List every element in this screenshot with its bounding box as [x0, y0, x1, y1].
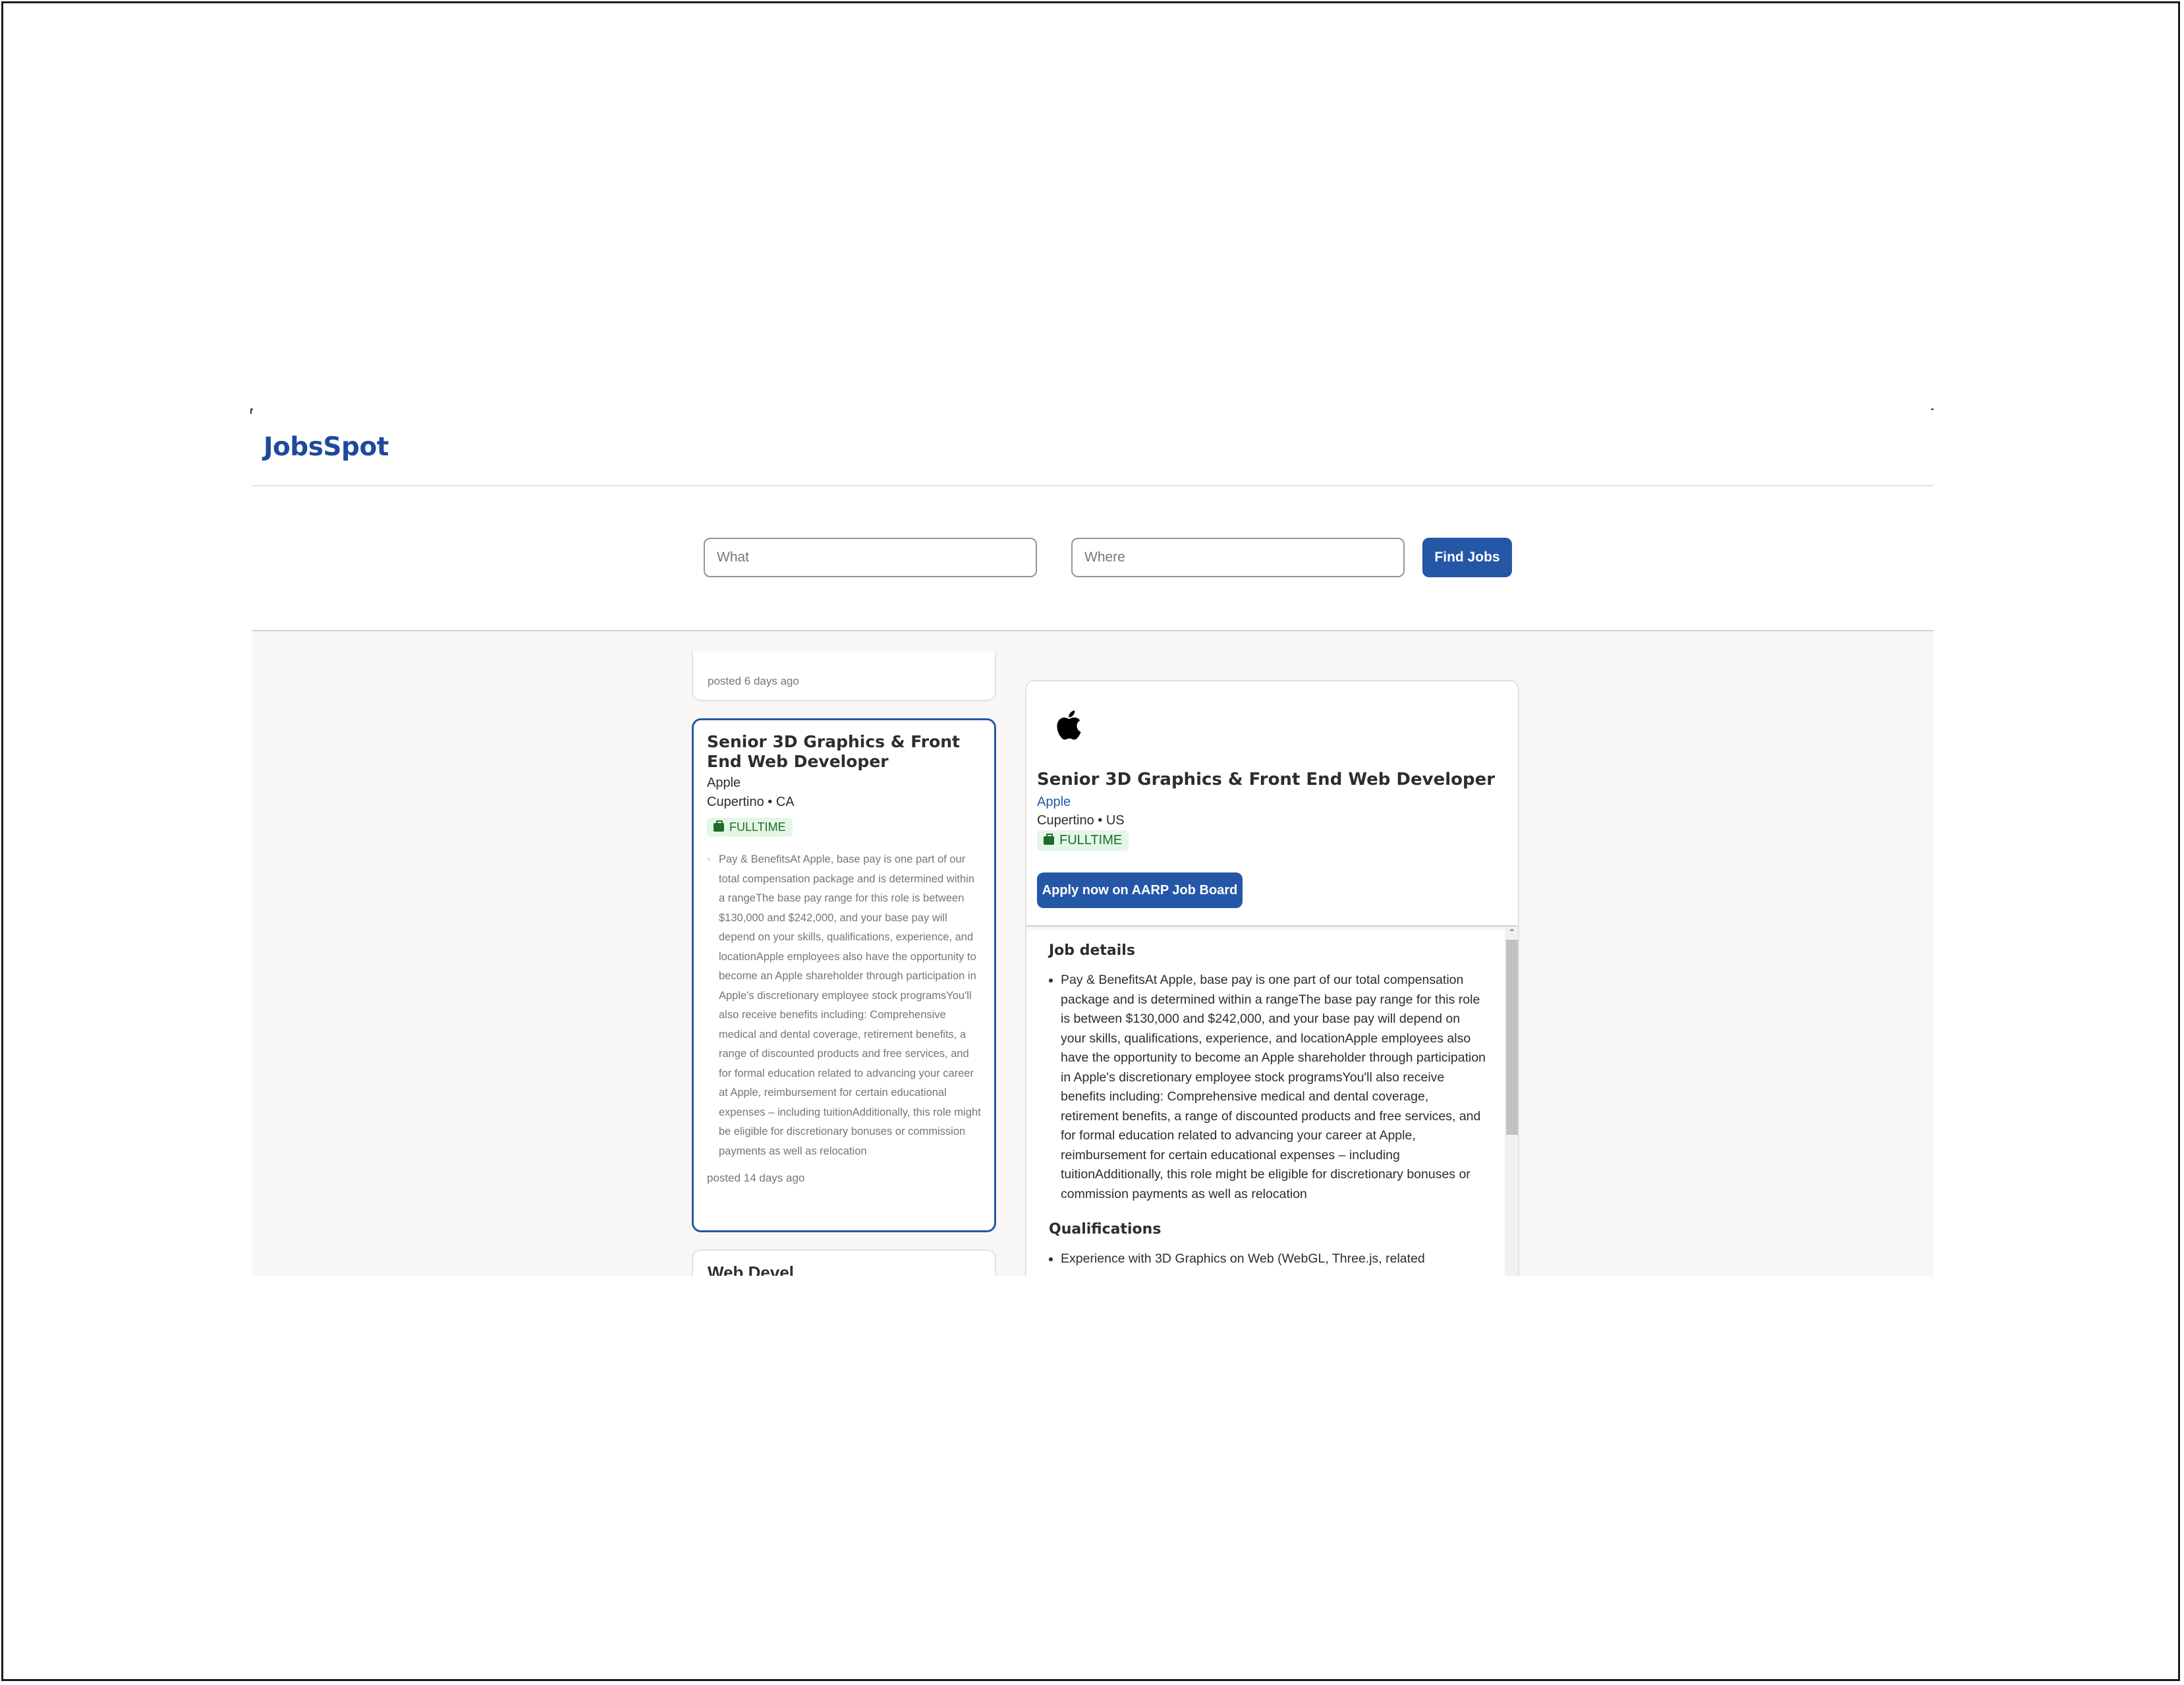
job-detail-title: Senior 3D Graphics & Front End Web Devel… — [1037, 770, 1496, 789]
briefcase-icon — [714, 820, 724, 832]
job-details-item: Pay & BenefitsAt Apple, base pay is one … — [1061, 971, 1488, 1204]
top-navigation: JobsSpot — [252, 410, 1934, 486]
qualifications-list: Experience with 3D Graphics on Web (WebG… — [1049, 1249, 1488, 1269]
qualifications-item: Experience with 3D Graphics on Web (WebG… — [1061, 1249, 1488, 1269]
qualifications-heading: Qualifications — [1049, 1221, 1162, 1238]
job-card-selected[interactable]: Senior 3D Graphics & Front End Web Devel… — [692, 718, 996, 1232]
app-window: JobsSpot Find Jobs posted 6 days ago Sen… — [252, 410, 1934, 1276]
apply-now-button[interactable]: Apply now on AARP Job Board — [1037, 872, 1243, 908]
job-type-label: FULLTIME — [729, 820, 786, 834]
what-search-input[interactable] — [704, 538, 1037, 577]
apple-logo-icon — [1057, 710, 1081, 740]
job-details-heading: Job details — [1049, 942, 1135, 959]
job-card-company: Apple — [707, 776, 741, 790]
job-detail-panel: Senior 3D Graphics & Front End Web Devel… — [1025, 680, 1519, 1276]
job-type-label: FULLTIME — [1059, 833, 1123, 847]
scrollbar-thumb[interactable] — [1506, 940, 1518, 1135]
job-type-badge: FULLTIME — [707, 818, 793, 837]
snippet-item: Pay & BenefitsAt Apple, base pay is one … — [707, 850, 981, 1161]
find-jobs-button[interactable]: Find Jobs — [1422, 538, 1512, 577]
job-results-list[interactable]: posted 6 days ago Senior 3D Graphics & F… — [692, 652, 996, 1276]
site-logo[interactable]: JobsSpot — [264, 432, 389, 462]
job-card-previous[interactable]: posted 6 days ago — [692, 652, 996, 701]
posted-date: posted 14 days ago — [707, 1172, 805, 1184]
posted-date: posted 6 days ago — [708, 675, 799, 687]
job-type-badge: FULLTIME — [1037, 830, 1129, 851]
search-bar: Find Jobs — [252, 486, 1934, 631]
where-search-input[interactable] — [1071, 538, 1405, 577]
results-area: posted 6 days ago Senior 3D Graphics & F… — [252, 631, 1934, 1276]
job-card-next[interactable]: Web Devel — [692, 1249, 996, 1276]
job-details-list: Pay & BenefitsAt Apple, base pay is one … — [1049, 971, 1488, 1204]
job-card-title[interactable]: Senior 3D Graphics & Front End Web Devel… — [707, 732, 981, 772]
job-detail-location: Cupertino • US — [1037, 813, 1125, 828]
job-detail-header: Senior 3D Graphics & Front End Web Devel… — [1026, 681, 1518, 927]
job-card-title-partial[interactable]: Web Devel — [708, 1263, 794, 1276]
job-card-snippet: Pay & BenefitsAt Apple, base pay is one … — [707, 850, 981, 1161]
job-card-location: Cupertino • CA — [707, 795, 795, 809]
scroll-up-arrow-icon[interactable]: ⌃ — [1505, 927, 1518, 938]
job-detail-body[interactable]: Job details Pay & BenefitsAt Apple, base… — [1026, 927, 1506, 1276]
detail-scrollbar[interactable]: ⌃ — [1505, 927, 1518, 1276]
job-detail-company-link[interactable]: Apple — [1037, 795, 1071, 810]
briefcase-icon — [1044, 834, 1054, 845]
